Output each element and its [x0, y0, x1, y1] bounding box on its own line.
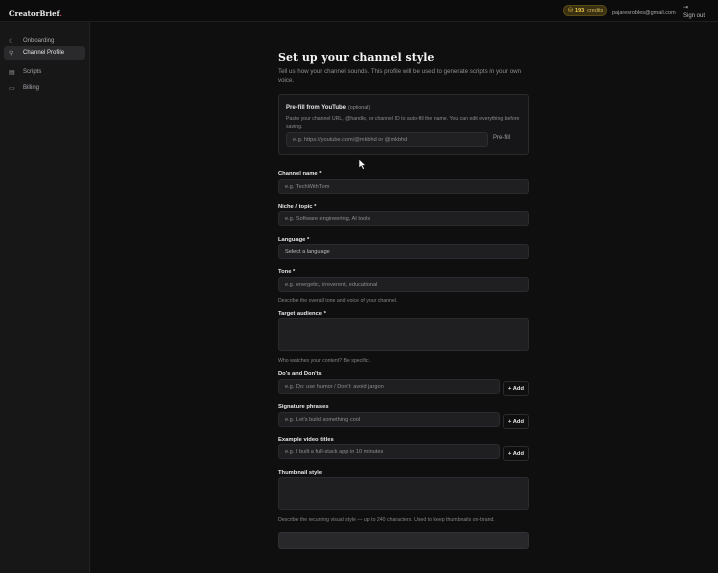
- example-titles-label: Example video titles: [278, 437, 334, 443]
- add-signature-phrase-button[interactable]: + Add: [503, 414, 529, 429]
- user-email: pajaresrobles@gmail.com: [612, 10, 676, 16]
- audience-textarea[interactable]: [278, 318, 529, 351]
- add-dos-donts-button[interactable]: + Add: [503, 381, 529, 396]
- prefill-help-text: Paste your channel URL, @handle, or chan…: [286, 116, 520, 130]
- audience-label: Target audience *: [278, 311, 326, 317]
- niche-input[interactable]: e.g. Software engineering, AI tools: [278, 211, 529, 226]
- prefill-button[interactable]: Pre-fill: [493, 135, 510, 141]
- sidebar: ☾ Onboarding ⚲ Channel Profile ▤ Scripts…: [0, 22, 90, 573]
- example-titles-input[interactable]: e.g. I built a full-stack app in 10 minu…: [278, 444, 500, 459]
- dos-donts-label: Do's and Don'ts: [278, 371, 322, 377]
- tone-help-text: Describe the overall tone and voice of y…: [278, 298, 398, 304]
- user-icon: ⚲: [9, 50, 14, 57]
- top-bar: CreatorBrief. ⛁ 193 credits pajaresroble…: [0, 0, 718, 22]
- tone-label: Tone *: [278, 269, 296, 275]
- mouse-cursor-icon: [358, 158, 367, 170]
- sidebar-item-scripts[interactable]: ▤ Scripts: [4, 65, 85, 79]
- sidebar-item-label: Channel Profile: [23, 50, 65, 56]
- tone-input[interactable]: e.g. energetic, irreverent, educational: [278, 277, 529, 292]
- signature-phrases-label: Signature phrases: [278, 404, 329, 410]
- youtube-url-input[interactable]: e.g. https://youtube.com/@mkbhd or @mkbh…: [286, 132, 488, 147]
- sidebar-item-label: Billing: [23, 85, 40, 91]
- dos-donts-input[interactable]: e.g. Do: use humor / Don't: avoid jargon: [278, 379, 500, 394]
- language-label: Language *: [278, 237, 310, 243]
- save-profile-button[interactable]: [278, 532, 529, 549]
- page-subtitle: Tell us how your channel sounds. This pr…: [278, 68, 522, 84]
- sidebar-item-billing[interactable]: ▭ Billing: [4, 81, 85, 95]
- card-icon: ▭: [9, 85, 15, 92]
- credits-label: credits: [587, 7, 604, 14]
- add-example-title-button[interactable]: + Add: [503, 446, 529, 461]
- sidebar-item-channel-profile[interactable]: ⚲ Channel Profile: [4, 46, 85, 60]
- app-logo[interactable]: CreatorBrief.: [9, 9, 62, 18]
- channel-name-input[interactable]: e.g. TechWithTom: [278, 179, 529, 194]
- channel-name-label: Channel name *: [278, 171, 322, 177]
- niche-label: Niche / topic *: [278, 204, 317, 210]
- sign-out-button[interactable]: ⇥ Sign out: [683, 4, 713, 20]
- credits-count: 193: [575, 7, 585, 14]
- youtube-prefill-card: Pre-fill from YouTube (optional) Paste yo…: [278, 94, 529, 155]
- sidebar-item-label: Onboarding: [23, 38, 55, 44]
- sidebar-item-label: Scripts: [23, 69, 42, 75]
- logout-icon: ⇥: [683, 5, 689, 11]
- audience-help-text: Who watches your content? Be specific.: [278, 358, 370, 364]
- sign-out-label: Sign out: [683, 13, 706, 19]
- thumbnail-style-textarea[interactable]: [278, 477, 529, 510]
- coins-icon: ⛁: [568, 8, 574, 14]
- thumbnail-style-label: Thumbnail style: [278, 470, 323, 476]
- credits-badge[interactable]: ⛁ 193 credits: [563, 5, 607, 16]
- moon-icon: ☾: [9, 38, 15, 45]
- language-select[interactable]: Select a language: [278, 244, 529, 259]
- prefill-title: Pre-fill from YouTube (optional): [286, 105, 371, 111]
- thumbnail-help-text: Describe the recurring visual style — up…: [278, 517, 495, 523]
- signature-phrases-input[interactable]: e.g. Let's build something cool: [278, 412, 500, 427]
- document-icon: ▤: [9, 69, 15, 76]
- page-title: Set up your channel style: [278, 51, 435, 64]
